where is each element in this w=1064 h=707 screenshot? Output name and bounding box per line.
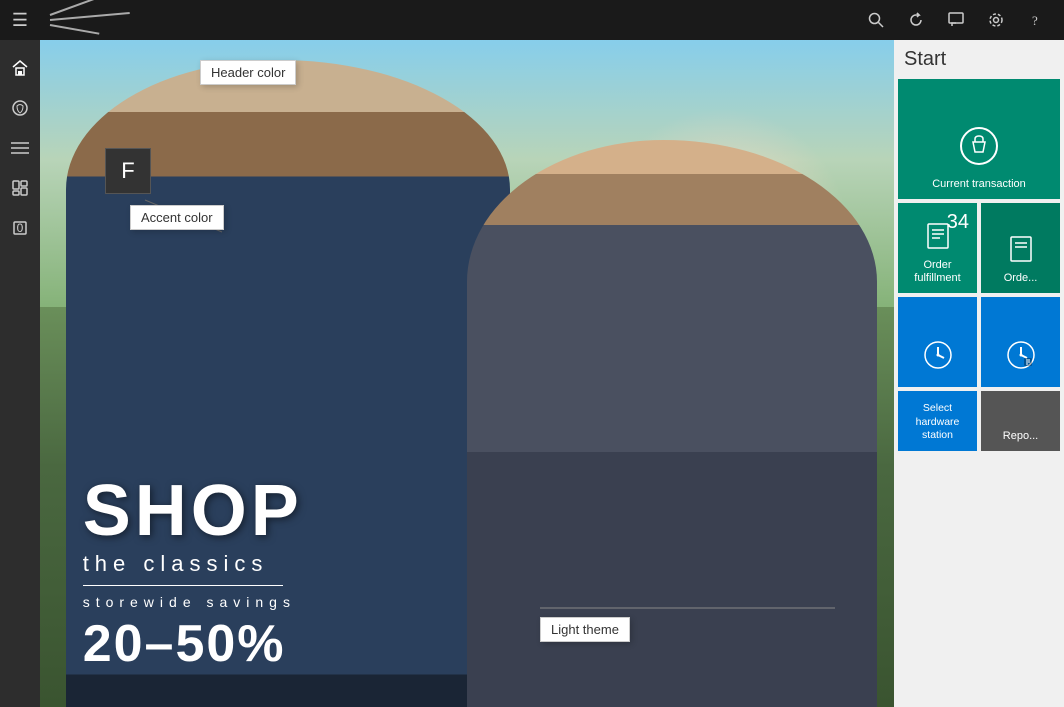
sidebar-item-products[interactable]: [2, 170, 38, 206]
reports-label: Repo...: [999, 430, 1042, 443]
hero-area: SHOP the classics storewide savings 20–5…: [40, 40, 894, 707]
tile-order-next[interactable]: Orde...: [981, 203, 1060, 293]
hero-divider: [83, 585, 283, 586]
f-label: F: [121, 158, 134, 184]
f-box: F: [105, 148, 151, 194]
help-icon[interactable]: ?: [1018, 2, 1054, 38]
refresh-icon[interactable]: [898, 2, 934, 38]
current-transaction-icon: [959, 126, 999, 174]
tile-select-hardware-station[interactable]: Select hardware station: [898, 391, 977, 451]
hero-classics-text: the classics: [83, 551, 303, 577]
top-bar-icons: ?: [858, 2, 1064, 38]
sidebar-badge-number: 0: [17, 221, 24, 235]
hamburger-menu[interactable]: ☰: [0, 0, 40, 40]
tile-clock2[interactable]: [981, 297, 1060, 387]
right-panel-title: Start: [894, 40, 1064, 79]
clock2-icon: [1006, 340, 1036, 377]
sidebar-item-orders[interactable]: [2, 90, 38, 126]
logo-line-1: [50, 0, 107, 16]
tile-order-fulfillment[interactable]: 34 Order fulfillment: [898, 203, 977, 293]
light-theme-tooltip: Light theme: [540, 617, 630, 642]
select-hardware-station-label: Select hardware station: [898, 402, 977, 443]
tile-clock1[interactable]: [898, 297, 977, 387]
tile-current-transaction[interactable]: Current transaction: [898, 79, 1060, 199]
hero-discount-text: 20–50%: [83, 614, 303, 674]
tile-reports[interactable]: Repo...: [981, 391, 1060, 451]
person-right: [467, 140, 877, 707]
sidebar-item-menu[interactable]: [2, 130, 38, 166]
sidebar-item-home[interactable]: [2, 50, 38, 86]
tile-grid: Current transaction 34 Order fulfillment: [894, 79, 1064, 455]
sidebar-item-badge[interactable]: 0: [2, 210, 38, 246]
light-theme-label: Light theme: [551, 622, 619, 637]
sidebar: 0: [0, 40, 40, 707]
settings-icon[interactable]: [978, 2, 1014, 38]
main-content: SHOP the classics storewide savings 20–5…: [40, 40, 894, 707]
logo-line-2: [50, 12, 130, 21]
top-bar: ☰: [0, 0, 1064, 40]
clock1-icon: [923, 340, 953, 377]
svg-text:?: ?: [1032, 13, 1038, 28]
comment-icon[interactable]: [938, 2, 974, 38]
logo-area: [40, 0, 858, 40]
order-next-label: Orde...: [1000, 272, 1042, 285]
search-icon[interactable]: [858, 2, 894, 38]
logo-line-3: [50, 24, 100, 35]
hero-shop-text: SHOP: [83, 475, 303, 547]
header-color-label: Header color: [211, 65, 285, 80]
order-next-icon: [1007, 235, 1035, 270]
header-color-tooltip: Header color: [200, 60, 296, 85]
menu-icon: ☰: [12, 10, 28, 31]
hero-text: SHOP the classics storewide savings 20–5…: [83, 475, 303, 674]
accent-color-tooltip: Accent color: [130, 205, 224, 230]
order-fulfillment-badge: 34: [947, 211, 969, 234]
current-transaction-label: Current transaction: [928, 178, 1030, 191]
logo-lines: [50, 14, 130, 26]
accent-color-label: Accent color: [141, 210, 213, 225]
hero-storewide-text: storewide savings: [83, 594, 303, 610]
person-right-container: [467, 140, 877, 707]
order-fulfillment-label: Order fulfillment: [898, 259, 977, 285]
right-panel: Start Current transaction 34: [894, 40, 1064, 707]
